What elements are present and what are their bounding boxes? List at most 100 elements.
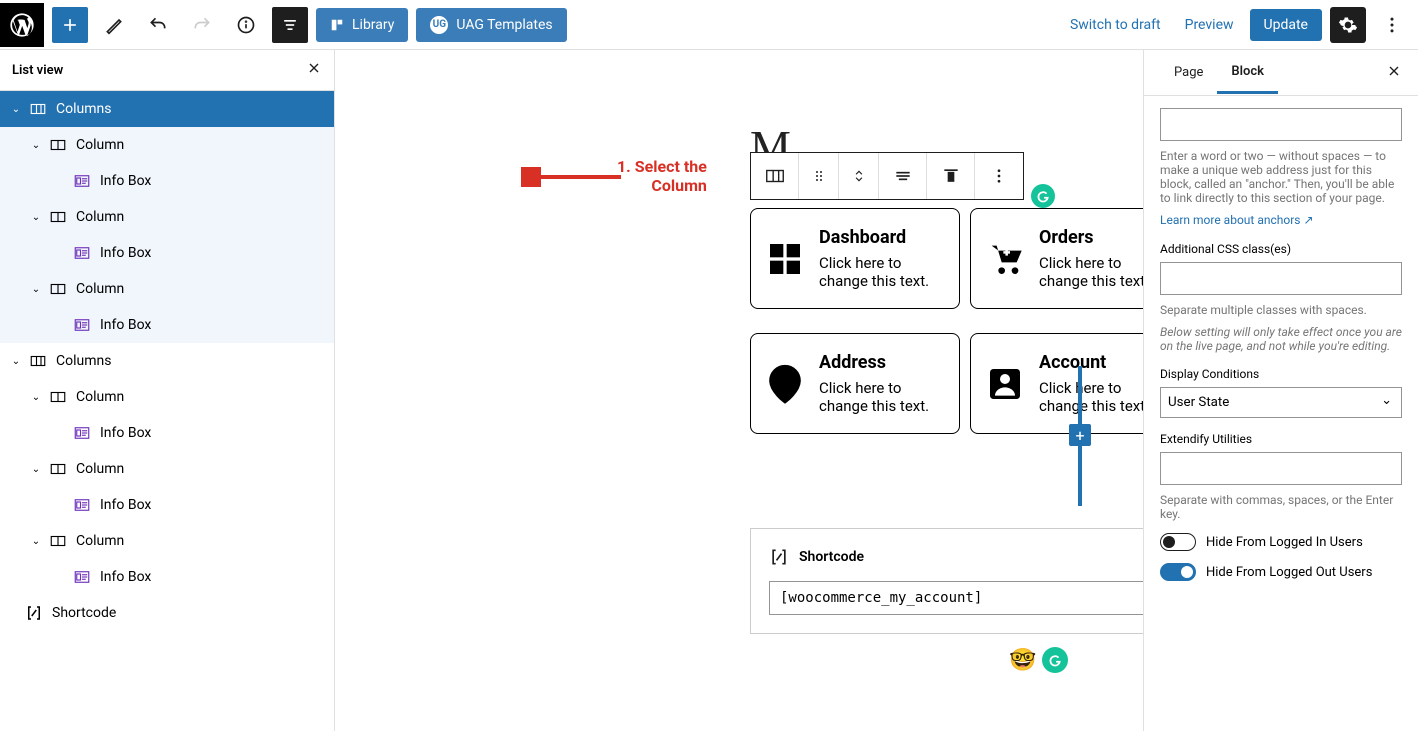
chevron-down-icon[interactable]: ⌄ xyxy=(24,212,48,223)
block-type-button[interactable] xyxy=(751,153,799,199)
edit-mode-button[interactable] xyxy=(96,7,132,43)
info-card-pin[interactable]: AddressClick here to change this text. xyxy=(750,333,960,434)
column-icon xyxy=(48,459,68,479)
infobox-icon xyxy=(72,495,92,515)
more-options-button[interactable] xyxy=(1374,7,1410,43)
listview-label: Column xyxy=(76,389,124,405)
css-classes-input[interactable] xyxy=(1160,262,1402,295)
listview-label: Info Box xyxy=(100,497,151,513)
annotation-1: 1. Select the Column xyxy=(617,157,707,195)
update-button[interactable]: Update xyxy=(1250,9,1322,41)
panel-close-button[interactable] xyxy=(1386,63,1402,83)
column-icon xyxy=(48,279,68,299)
info-card-user[interactable]: Account Click here to change this text. xyxy=(970,333,1143,434)
listview-label: Column xyxy=(76,533,124,549)
extendify-input[interactable] xyxy=(1160,452,1402,485)
align-button[interactable] xyxy=(879,153,927,199)
listview-toggle-button[interactable] xyxy=(272,7,308,43)
hide-logged-in-toggle[interactable] xyxy=(1160,533,1196,551)
listview-row-column[interactable]: ⌄ Column xyxy=(0,523,334,559)
listview-row-infobox[interactable]: Info Box xyxy=(0,415,334,451)
chevron-down-icon[interactable]: ⌄ xyxy=(4,356,28,367)
undo-button[interactable] xyxy=(140,7,176,43)
chevron-down-icon[interactable]: ⌄ xyxy=(24,392,48,403)
hide-logged-out-toggle[interactable] xyxy=(1160,563,1196,581)
block-settings-panel: Page Block Enter a word or two — without… xyxy=(1143,50,1418,731)
card-text[interactable]: Click here to change this text. xyxy=(1039,379,1143,415)
pin-icon xyxy=(765,352,805,415)
listview-row-columns[interactable]: ⌄Columns xyxy=(0,343,334,379)
listview-row-infobox[interactable]: Info Box xyxy=(0,235,334,271)
grammarly-icon[interactable] xyxy=(1031,184,1055,208)
chevron-down-icon[interactable]: ⌄ xyxy=(24,536,48,547)
block-more-button[interactable] xyxy=(975,153,1023,199)
library-button[interactable]: Library xyxy=(316,8,408,42)
listview-row-columns[interactable]: ⌄Columns xyxy=(0,91,334,127)
listview-row-column[interactable]: ⌄Column xyxy=(0,271,334,307)
listview-row-shortcode[interactable]: Shortcode xyxy=(0,595,334,631)
editor-canvas[interactable]: M DashboardClick here to change this tex… xyxy=(335,50,1143,731)
user-icon xyxy=(985,352,1025,415)
preview-link[interactable]: Preview xyxy=(1177,9,1242,41)
listview-row-infobox[interactable]: Info Box xyxy=(0,163,334,199)
redo-button[interactable] xyxy=(184,7,220,43)
info-card-cart[interactable]: OrdersClick here to change this text. xyxy=(970,208,1143,309)
column-icon xyxy=(48,531,68,551)
listview-label: Column xyxy=(76,137,124,153)
card-text[interactable]: Click here to change this text. xyxy=(1039,254,1143,290)
listview-close-button[interactable] xyxy=(306,60,322,80)
card-text[interactable]: Click here to change this text. xyxy=(819,379,945,415)
listview-row-infobox[interactable]: Info Box xyxy=(0,307,334,343)
anchor-input[interactable] xyxy=(1160,108,1402,141)
uag-templates-button[interactable]: UG UAG Templates xyxy=(416,8,566,42)
uag-label: UAG Templates xyxy=(456,17,552,33)
top-toolbar: Library UG UAG Templates Switch to draft… xyxy=(0,0,1418,50)
listview-row-infobox[interactable]: Info Box xyxy=(0,487,334,523)
vertical-align-button[interactable] xyxy=(927,153,975,199)
uag-icon: UG xyxy=(430,16,448,34)
columns-icon xyxy=(28,99,48,119)
chevron-down-icon[interactable]: ⌄ xyxy=(24,464,48,475)
anchor-learn-more-link[interactable]: Learn more about anchors ↗ xyxy=(1160,213,1314,227)
listview-row-column[interactable]: ⌄ Column xyxy=(0,127,334,163)
chevron-down-icon[interactable]: ⌄ xyxy=(24,284,48,295)
hide-logged-out-label: Hide From Logged Out Users xyxy=(1206,565,1372,580)
settings-button[interactable] xyxy=(1330,7,1366,43)
tab-block[interactable]: Block xyxy=(1217,52,1278,94)
details-button[interactable] xyxy=(228,7,264,43)
add-block-button[interactable] xyxy=(52,7,88,43)
chevron-down-icon[interactable]: ⌄ xyxy=(24,140,48,151)
listview-header: List view xyxy=(0,50,334,91)
shortcode-input[interactable] xyxy=(769,581,1143,615)
listview-row-infobox[interactable]: Info Box xyxy=(0,559,334,595)
card-title: Dashboard xyxy=(819,227,945,248)
listview-row-column[interactable]: ⌄Column xyxy=(0,199,334,235)
card-title: Account xyxy=(1039,352,1143,373)
hide-logged-in-label: Hide From Logged In Users xyxy=(1206,535,1363,550)
grammarly-icon-2[interactable] xyxy=(1042,647,1068,673)
block-toolbar xyxy=(750,152,1024,200)
info-card-dashboard[interactable]: Dashboard Click here to change this text. xyxy=(750,208,960,309)
tab-page[interactable]: Page xyxy=(1160,53,1217,92)
insert-column-button[interactable]: + xyxy=(1069,424,1091,446)
live-note-text: Below setting will only take effect once… xyxy=(1160,325,1402,353)
listview-title: List view xyxy=(12,63,63,78)
move-buttons[interactable] xyxy=(839,153,879,199)
card-text[interactable]: Click here to change this text. xyxy=(819,254,945,290)
infobox-icon xyxy=(72,171,92,191)
listview-row-column[interactable]: ⌄ Column xyxy=(0,379,334,415)
display-conditions-select[interactable]: User State xyxy=(1160,387,1402,418)
arrow-1-icon xyxy=(521,167,621,187)
columns-icon xyxy=(28,351,48,371)
drag-handle[interactable] xyxy=(799,153,839,199)
chevron-down-icon[interactable]: ⌄ xyxy=(4,104,28,115)
emoji-icon[interactable]: 🤓 xyxy=(1010,647,1036,673)
shortcode-block[interactable]: Shortcode xyxy=(750,528,1143,634)
switch-draft-link[interactable]: Switch to draft xyxy=(1062,9,1169,41)
shortcode-label: Shortcode xyxy=(799,549,864,565)
dashboard-icon xyxy=(765,227,805,290)
listview-row-column[interactable]: ⌄ Column xyxy=(0,451,334,487)
listview-label: Column xyxy=(76,461,124,477)
wp-logo[interactable] xyxy=(0,3,44,47)
extendify-label: Extendify Utilities xyxy=(1160,432,1402,446)
